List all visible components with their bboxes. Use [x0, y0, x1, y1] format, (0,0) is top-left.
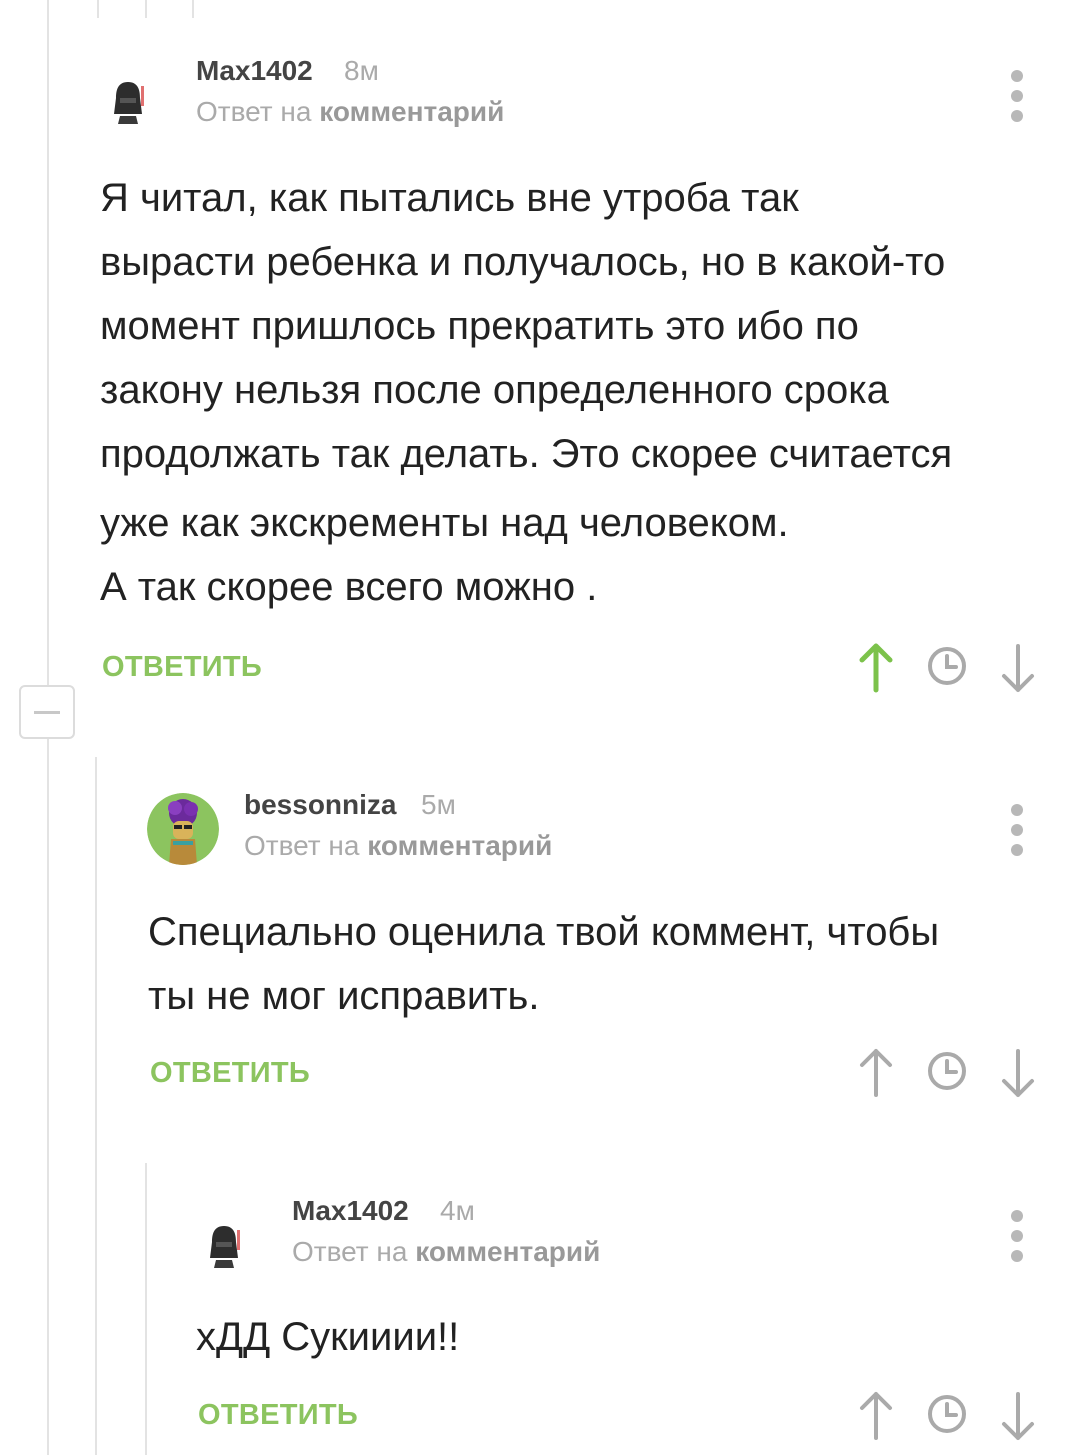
reply-to-link[interactable]: комментарий — [319, 96, 504, 127]
thread-line-top-1 — [97, 0, 99, 18]
thread-line-top-2 — [145, 0, 147, 18]
reply-to-prefix: Ответ на — [292, 1236, 408, 1267]
comment-line: вырасти ребенка и получалось, но в какой… — [100, 240, 946, 284]
timestamp: 8м — [344, 55, 379, 86]
avatar[interactable] — [98, 72, 158, 132]
thread-line-level-2[interactable] — [95, 757, 97, 1455]
comment-text: Специально оценила твой коммент, чтобы т… — [148, 900, 939, 1028]
username[interactable]: Max1402 — [292, 1195, 409, 1227]
comment-line: уже как экскременты над человеком. — [100, 501, 789, 545]
more-options-icon[interactable] — [1007, 804, 1027, 856]
darth-vader-avatar-icon — [194, 1216, 254, 1276]
upvote-icon[interactable] — [854, 642, 898, 694]
comment-line: Специально оценила твой коммент, чтобы — [148, 910, 940, 954]
collapse-thread-button[interactable] — [19, 685, 75, 739]
comment-line: момент пришлось прекратить это ибо по — [100, 304, 859, 348]
upvote-icon[interactable] — [854, 1047, 898, 1099]
comment-line: закону нельзя после определенного срока — [100, 368, 889, 412]
downvote-icon[interactable] — [996, 642, 1040, 694]
avatar[interactable] — [194, 1216, 254, 1276]
thread-line-level-3[interactable] — [145, 1163, 147, 1455]
username[interactable]: bessonniza — [244, 789, 396, 821]
reply-to-prefix: Ответ на — [196, 96, 312, 127]
comment-line: ты не мог исправить. — [148, 974, 540, 1018]
reply-to-prefix: Ответ на — [244, 830, 360, 861]
username[interactable]: Max1402 — [196, 55, 313, 87]
upvote-icon[interactable] — [854, 1390, 898, 1442]
reply-button[interactable]: ОТВЕТИТЬ — [102, 651, 262, 684]
downvote-icon[interactable] — [996, 1047, 1040, 1099]
reply-to-info: Ответ на комментарий — [244, 830, 552, 862]
reply-to-info: Ответ на комментарий — [292, 1236, 600, 1268]
more-options-icon[interactable] — [1007, 1210, 1027, 1262]
clock-icon[interactable] — [925, 1047, 969, 1099]
reply-to-link[interactable]: комментарий — [367, 830, 552, 861]
reply-to-link[interactable]: комментарий — [415, 1236, 600, 1267]
reply-to-info: Ответ на комментарий — [196, 96, 504, 128]
thread-line-top-3 — [192, 0, 194, 18]
timestamp: 4м — [440, 1195, 475, 1226]
timestamp: 5м — [421, 789, 456, 820]
comment-line: А так скорее всего можно . — [100, 565, 598, 609]
comment-line: хДД Сукииии!! — [196, 1315, 460, 1359]
figure-purple-hair-avatar-icon — [147, 793, 219, 865]
comment-text: хДД Сукииии!! — [196, 1305, 459, 1369]
downvote-icon[interactable] — [996, 1390, 1040, 1442]
comment-line: Я читал, как пытались вне утроба так — [100, 176, 799, 220]
avatar[interactable] — [147, 793, 219, 865]
clock-icon[interactable] — [925, 642, 969, 694]
more-options-icon[interactable] — [1007, 70, 1027, 122]
reply-button[interactable]: ОТВЕТИТЬ — [150, 1057, 310, 1090]
darth-vader-avatar-icon — [98, 72, 158, 132]
comment-line: продолжать так делать. Это скорее считае… — [100, 432, 953, 476]
reply-button[interactable]: ОТВЕТИТЬ — [198, 1399, 358, 1432]
clock-icon[interactable] — [925, 1390, 969, 1442]
comment-text: Я читал, как пытались вне утроба так выр… — [100, 166, 952, 619]
